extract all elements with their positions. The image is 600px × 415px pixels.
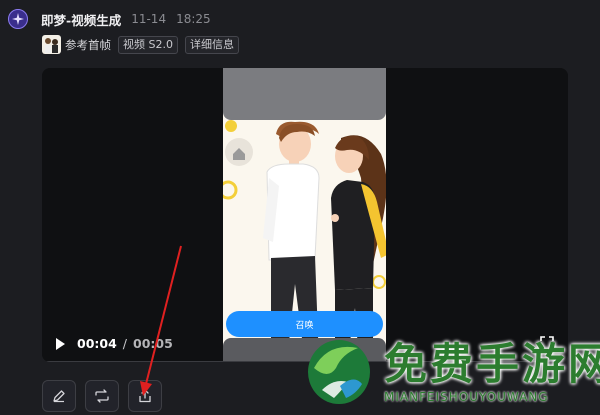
- total-time: 00:05: [133, 336, 173, 351]
- bot-avatar[interactable]: [8, 9, 28, 29]
- share-button[interactable]: [128, 380, 162, 412]
- watermark-subtitle: MIANFEISHOUYOUWANG: [384, 390, 549, 404]
- video-frame: 召唤: [223, 68, 386, 362]
- watermark-logo-icon: [308, 340, 370, 404]
- edit-button[interactable]: [42, 380, 76, 412]
- video-player[interactable]: 召唤 00:04 / 00:05: [42, 68, 568, 362]
- details-button[interactable]: 详细信息: [184, 35, 239, 54]
- message-header: 即梦-视频生成 11-14 18:25: [8, 8, 211, 30]
- model-badge[interactable]: 视频 S2.0: [118, 35, 178, 54]
- action-buttons: [42, 380, 162, 412]
- letterbox-right: [386, 68, 568, 362]
- sparkle-icon: [12, 13, 24, 25]
- reference-frame-label[interactable]: 参考首帧: [65, 37, 111, 53]
- letterbox-left: [42, 68, 223, 362]
- message-date: 11-14: [131, 12, 167, 26]
- watermark-title: 免费手游网: [384, 340, 600, 390]
- play-icon[interactable]: [56, 337, 65, 350]
- bot-name: 即梦-视频生成: [41, 12, 122, 28]
- site-watermark: 免费手游网 MIANFEISHOUYOUWANG: [306, 328, 600, 415]
- share-upload-icon: [139, 389, 151, 403]
- reference-frame-thumbnail[interactable]: [42, 35, 61, 54]
- playback-controls: 00:04 / 00:05: [56, 336, 173, 351]
- regenerate-button[interactable]: [85, 380, 119, 412]
- time-separator: /: [122, 336, 128, 351]
- current-time: 00:04: [77, 336, 117, 351]
- regenerate-icon: [95, 389, 109, 403]
- edit-icon: [53, 390, 65, 403]
- message-time: 18:25: [176, 12, 211, 26]
- generation-tags: 参考首帧 视频 S2.0 详细信息: [42, 35, 239, 54]
